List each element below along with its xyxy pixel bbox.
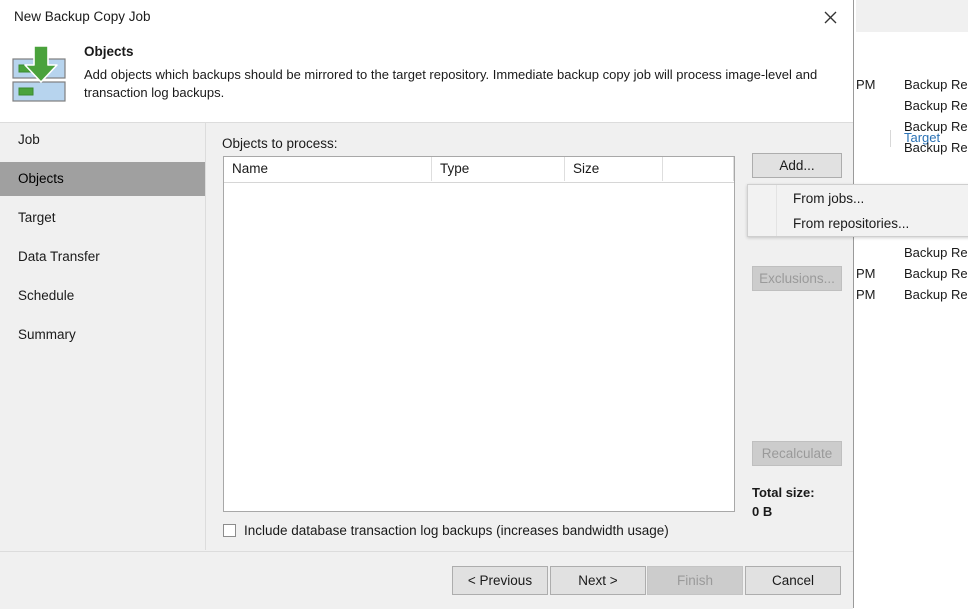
header-title: Objects: [84, 44, 134, 59]
row-target: Backup Rep: [904, 140, 968, 155]
exclusions-button[interactable]: Exclusions...: [752, 266, 842, 291]
add-dropdown-menu: From jobs...From repositories...: [747, 184, 968, 237]
checkbox-box[interactable]: [223, 524, 236, 537]
objects-listview[interactable]: NameTypeSize: [223, 156, 735, 512]
cancel-button[interactable]: Cancel: [745, 566, 841, 595]
sidebar-item-data-transfer[interactable]: Data Transfer: [0, 240, 205, 274]
sidebar-item-objects[interactable]: Objects: [0, 162, 205, 196]
background-toolbar-strip: [856, 0, 968, 33]
sidebar-item-label: Summary: [18, 327, 76, 342]
checkbox-label: Include database transaction log backups…: [244, 523, 669, 538]
next-button[interactable]: Next >: [550, 566, 646, 595]
row-target: Backup Rep: [904, 98, 968, 113]
column-header-type[interactable]: Type: [432, 157, 565, 181]
column-header-name[interactable]: Name: [224, 157, 432, 181]
dialog-titlebar: New Backup Copy Job: [0, 0, 853, 35]
row-time: PM: [856, 77, 876, 92]
sidebar-item-label: Schedule: [18, 288, 74, 303]
new-backup-copy-job-dialog: New Backup Copy Job: [0, 0, 854, 608]
column-separator: [890, 130, 891, 147]
objects-to-process-label: Objects to process:: [222, 136, 338, 151]
column-header-blank[interactable]: [663, 157, 734, 181]
header-description: Add objects which backups should be mirr…: [84, 66, 834, 102]
row-target: Backup Rep: [904, 245, 968, 260]
backup-copy-icon: [10, 44, 74, 104]
total-size-label: Total size:: [752, 485, 815, 500]
previous-button[interactable]: < Previous: [452, 566, 548, 595]
sidebar-item-summary[interactable]: Summary: [0, 318, 205, 352]
row-target: Backup Rep: [904, 266, 968, 281]
sidebar-item-label: Target: [18, 210, 56, 225]
close-icon[interactable]: [807, 0, 853, 34]
column-header-size[interactable]: Size: [565, 157, 663, 181]
total-size-value: 0 B: [752, 504, 772, 519]
background-jobs-grid: Target PMBackup RepBackup RepBackup RepB…: [856, 32, 968, 609]
row-time: PM: [856, 266, 876, 281]
row-target: Backup Rep: [904, 77, 968, 92]
add-button[interactable]: Add...: [752, 153, 842, 178]
menu-item-from-repositories[interactable]: From repositories...: [777, 211, 968, 236]
row-target: Backup Rep: [904, 287, 968, 302]
wizard-steps-sidebar: Job Objects Target Data Transfer Schedule Sum…: [0, 123, 206, 550]
finish-button[interactable]: Finish: [647, 566, 743, 595]
dialog-title: New Backup Copy Job: [14, 9, 151, 24]
row-target: Backup Rep: [904, 119, 968, 134]
row-time: PM: [856, 287, 876, 302]
dialog-footer: < Previous Next > Finish Cancel: [0, 551, 853, 609]
dialog-header: Objects Add objects which backups should…: [0, 35, 853, 123]
sidebar-item-target[interactable]: Target: [0, 201, 205, 235]
sidebar-item-schedule[interactable]: Schedule: [0, 279, 205, 313]
include-log-backups-checkbox[interactable]: Include database transaction log backups…: [223, 520, 669, 540]
sidebar-item-job[interactable]: Job: [0, 123, 205, 157]
menu-item-from-jobs[interactable]: From jobs...: [777, 186, 968, 211]
sidebar-item-label: Job: [18, 132, 40, 147]
menu-icon-gutter: [748, 185, 777, 236]
sidebar-item-label: Data Transfer: [18, 249, 100, 264]
sidebar-item-label: Objects: [18, 171, 64, 186]
recalculate-button[interactable]: Recalculate: [752, 441, 842, 466]
listview-header: NameTypeSize: [224, 157, 734, 183]
